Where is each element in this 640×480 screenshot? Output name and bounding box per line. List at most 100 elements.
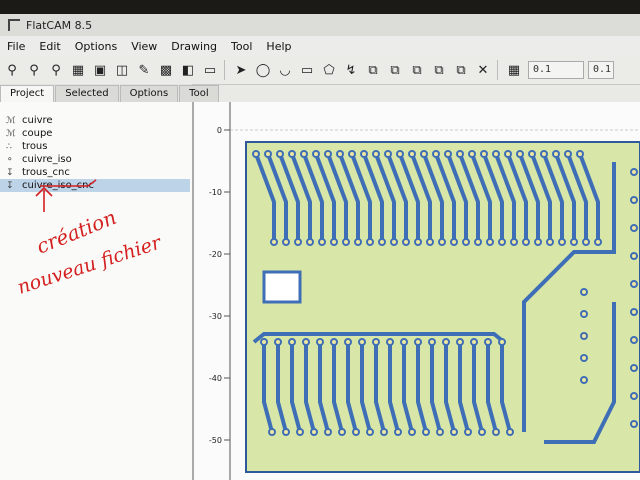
project-item-trous[interactable]: ∴ trous <box>0 140 192 153</box>
grid-y-field[interactable]: 0.1 <box>588 61 614 79</box>
subtract-icon[interactable]: ⧉ <box>407 60 427 80</box>
pad <box>580 288 588 296</box>
save-icon[interactable]: ▩ <box>156 60 176 80</box>
pointer-icon[interactable]: ➤ <box>231 60 251 80</box>
pad <box>408 428 416 436</box>
plot-canvas[interactable]: 0 -10 -20 -30 -40 -50 <box>194 102 640 480</box>
pad <box>504 150 512 158</box>
pad <box>414 338 422 346</box>
menu-file[interactable]: File <box>0 40 32 53</box>
pad <box>276 150 284 158</box>
tab-tool[interactable]: Tool <box>179 85 219 102</box>
pad <box>444 150 452 158</box>
pad <box>580 310 588 318</box>
y-tick-label: 0 <box>217 126 222 135</box>
project-item-cuivre-iso[interactable]: ⚬ cuivre_iso <box>0 153 192 166</box>
y-tick-label: -20 <box>209 250 222 259</box>
menu-options[interactable]: Options <box>68 40 124 53</box>
annotation-underline <box>40 179 97 187</box>
flatcam-window: FlatCAM 8.5 File Edit Options View Drawi… <box>0 14 640 480</box>
project-item-cuivre[interactable]: ℳ cuivre <box>0 114 192 127</box>
copy-icon[interactable]: ⧉ <box>429 60 449 80</box>
tab-project[interactable]: Project <box>0 85 55 102</box>
move-icon[interactable]: ⧉ <box>451 60 471 80</box>
pad <box>630 420 638 428</box>
pcb-plot[interactable]: 0 -10 -20 -30 -40 -50 <box>194 102 640 480</box>
pad <box>310 428 318 436</box>
arc-icon[interactable]: ◡ <box>275 60 295 80</box>
cut-icon[interactable]: ✕ <box>473 60 493 80</box>
pad <box>408 150 416 158</box>
new-geometry-icon[interactable]: ◫ <box>112 60 132 80</box>
pad <box>252 150 260 158</box>
rectangle-icon[interactable]: ▭ <box>297 60 317 80</box>
y-tick-label: -30 <box>209 312 222 321</box>
pad <box>288 150 296 158</box>
replot-icon[interactable]: ▦ <box>68 60 88 80</box>
pad <box>630 392 638 400</box>
pad <box>506 428 514 436</box>
pad <box>294 238 302 246</box>
zoom-out-icon[interactable]: ⚲ <box>46 60 66 80</box>
pad <box>288 338 296 346</box>
clear-plot-icon[interactable]: ▣ <box>90 60 110 80</box>
grid-x-field[interactable]: 0.1 <box>528 61 584 79</box>
pad <box>352 428 360 436</box>
union-icon[interactable]: ⧉ <box>363 60 383 80</box>
pad <box>342 238 350 246</box>
pad <box>456 150 464 158</box>
pad <box>274 338 282 346</box>
shell-icon[interactable]: ▭ <box>200 60 220 80</box>
pad <box>630 168 638 176</box>
delete-icon[interactable]: ◧ <box>178 60 198 80</box>
tab-selected[interactable]: Selected <box>55 85 119 102</box>
pad <box>630 308 638 316</box>
path-icon[interactable]: ↯ <box>341 60 361 80</box>
pad <box>268 428 276 436</box>
pad <box>360 150 368 158</box>
pad <box>348 150 356 158</box>
pad <box>380 428 388 436</box>
circle-icon[interactable]: ◯ <box>253 60 273 80</box>
pad <box>484 338 492 346</box>
pad <box>576 150 584 158</box>
handwritten-annotation: création nouveau fichier <box>15 179 166 299</box>
tab-options[interactable]: Options <box>119 85 179 102</box>
pad <box>394 428 402 436</box>
title-bar: FlatCAM 8.5 <box>0 14 640 36</box>
menu-tool[interactable]: Tool <box>224 40 259 53</box>
menu-drawing[interactable]: Drawing <box>164 40 224 53</box>
pad <box>630 252 638 260</box>
pad <box>318 238 326 246</box>
pad <box>330 338 338 346</box>
project-item-coupe[interactable]: ℳ coupe <box>0 127 192 140</box>
pad <box>270 238 278 246</box>
menu-edit[interactable]: Edit <box>32 40 67 53</box>
zoom-in-icon[interactable]: ⚲ <box>24 60 44 80</box>
pad <box>372 150 380 158</box>
pad <box>324 150 332 158</box>
pad <box>282 238 290 246</box>
gerber-icon: ℳ <box>6 115 16 126</box>
pad <box>498 338 506 346</box>
menu-help[interactable]: Help <box>259 40 298 53</box>
pad <box>516 150 524 158</box>
project-item-label: cuivre <box>22 115 53 126</box>
menu-view[interactable]: View <box>124 40 164 53</box>
pad <box>300 150 308 158</box>
edit-geometry-icon[interactable]: ✎ <box>134 60 154 80</box>
pad <box>478 428 486 436</box>
intersection-icon[interactable]: ⧉ <box>385 60 405 80</box>
y-axis-ticks: 0 -10 -20 -30 -40 -50 <box>209 126 230 445</box>
grid-icon[interactable]: ▦ <box>504 60 524 80</box>
pad <box>432 150 440 158</box>
pad <box>630 336 638 344</box>
pad <box>260 338 268 346</box>
pad <box>390 238 398 246</box>
zoom-fit-icon[interactable]: ⚲ <box>2 60 22 80</box>
pad <box>316 338 324 346</box>
pad <box>442 338 450 346</box>
polygon-icon[interactable]: ⬠ <box>319 60 339 80</box>
menu-bar: File Edit Options View Drawing Tool Help <box>0 36 640 56</box>
pad <box>480 150 488 158</box>
